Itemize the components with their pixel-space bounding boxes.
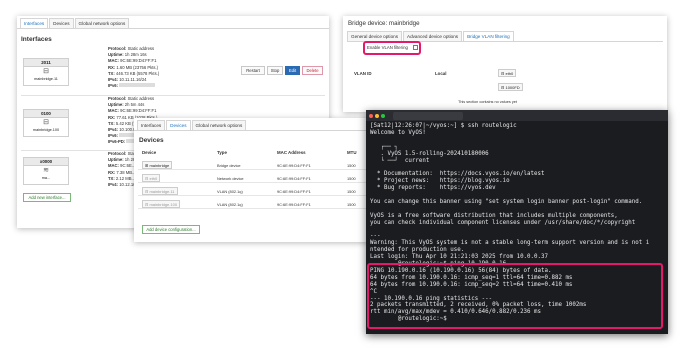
device-type: VLAN (802.1q) bbox=[217, 189, 243, 194]
enable-vlan-label: Enable VLAN filtering bbox=[367, 45, 408, 50]
col-mac-address: MAC Address bbox=[277, 150, 306, 155]
delete-button[interactable]: Delete bbox=[302, 66, 323, 75]
devices-heading: Devices bbox=[139, 137, 164, 144]
device-mtu: 1500 bbox=[347, 176, 356, 181]
device-mac: 9C:6E:99:D4:FF:F1 bbox=[277, 163, 311, 168]
device-type: Bridge device bbox=[217, 163, 241, 168]
col-mtu: MTU bbox=[347, 150, 357, 155]
interface-card-x0000: x0000 ≋ ma... bbox=[23, 157, 69, 185]
device-mac: 9C:6E:99:D4:FF:F1 bbox=[277, 189, 311, 194]
add-interface-button[interactable]: Add new interface... bbox=[23, 193, 71, 202]
port-eth0[interactable]: ⊟ eth0 bbox=[498, 69, 517, 77]
terminal-line: You can change this banner using "set sy… bbox=[370, 198, 643, 205]
interface-card-0100: 0100 ⊟ mainbridge.100 bbox=[23, 109, 69, 137]
terminal-line: └ ──┘ current bbox=[370, 157, 430, 164]
device-mtu: 1500 bbox=[347, 163, 356, 168]
tab-advanced-device-options[interactable]: Advanced device options bbox=[403, 31, 463, 41]
tab-devices[interactable]: Devices bbox=[166, 120, 191, 130]
terminal-line: Warning: This VyOS system is not a stabl… bbox=[370, 240, 650, 247]
interface-device-label: mainbridge.100 bbox=[32, 128, 60, 132]
terminal-line: * Documentation: https://docs.vyos.io/en… bbox=[370, 171, 545, 178]
col-type: Type bbox=[217, 150, 227, 155]
terminal-line: * Project news: https://blog.vyos.io bbox=[370, 178, 510, 185]
devices-window: Interfaces Devices Global network option… bbox=[134, 118, 370, 242]
restart-button[interactable]: Restart bbox=[241, 66, 265, 75]
tab-general-device-options[interactable]: General device options bbox=[347, 31, 402, 41]
device-mtu: 1500 bbox=[347, 202, 356, 207]
terminal-line: Last login: Thu Apr 10 21:21:03 2025 fro… bbox=[370, 254, 548, 261]
device-pill[interactable]: ⊞ mainbridge bbox=[142, 161, 173, 169]
terminal-line: . VyOS 1.5-rolling-202410180006 bbox=[370, 150, 489, 157]
col-device: Device bbox=[142, 150, 157, 155]
add-device-configuration-button[interactable]: Add device configuration... bbox=[142, 225, 200, 234]
stop-button[interactable]: Stop bbox=[267, 66, 283, 75]
edit-button[interactable]: Edit bbox=[285, 66, 300, 75]
devices-tabbar: Interfaces Devices Global network option… bbox=[134, 118, 370, 131]
interfaces-heading: Interfaces bbox=[21, 36, 52, 43]
ping-output-highlight bbox=[367, 263, 663, 329]
terminal-window[interactable]: [Sat12|12:26:07|~/vyos:~] $ ssh routelog… bbox=[366, 110, 668, 334]
terminal-line: * Bug reports: https://vyos.dev bbox=[370, 185, 496, 192]
tab-bridge-vlan-filtering[interactable]: Bridge VLAN filtering bbox=[463, 31, 514, 41]
terminal-line: --- bbox=[370, 233, 381, 240]
interface-name: x0000 bbox=[24, 158, 68, 166]
device-type: VLAN (802.1q) bbox=[217, 202, 243, 207]
network-port-icon: ⊟ bbox=[43, 68, 49, 75]
terminal-tab[interactable] bbox=[393, 111, 463, 120]
bridge-title: Bridge device: mainbridge bbox=[348, 20, 420, 27]
terminal-line: ┌── ┐ bbox=[370, 143, 398, 150]
terminal-titlebar bbox=[366, 110, 668, 121]
device-pill[interactable]: ⊟ mainbridge.100 bbox=[142, 200, 181, 208]
empty-section-text: This section contains no values yet bbox=[458, 100, 517, 104]
device-type: Network device bbox=[217, 176, 244, 181]
device-pill[interactable]: ⊟ mainbridge.11 bbox=[142, 187, 178, 195]
interface-status-2011: Protocol: Static address Uptime: 1h 28m … bbox=[108, 46, 160, 89]
interface-device-label: mainbridge.11 bbox=[34, 77, 58, 81]
interfaces-tabbar: Interfaces Devices Global network option… bbox=[17, 16, 329, 29]
device-mac: 9C:6E:99:D4:FF:F1 bbox=[277, 176, 311, 181]
tab-global-network-options[interactable]: Global network options bbox=[191, 120, 247, 130]
device-mac: 9C:6E:99:D4:FF:F1 bbox=[277, 202, 311, 207]
network-port-icon: ⊟ bbox=[43, 119, 49, 126]
device-mtu: 1500 bbox=[347, 189, 356, 194]
device-pill[interactable]: ⊟ eth0 bbox=[142, 174, 161, 182]
interface-device-label: ma... bbox=[41, 176, 51, 180]
col-vlan-id: VLAN ID bbox=[354, 71, 372, 76]
divider bbox=[21, 95, 325, 96]
interface-name: 0100 bbox=[24, 110, 68, 118]
tab-devices[interactable]: Devices bbox=[49, 18, 74, 28]
interface-name: 2011 bbox=[24, 59, 68, 67]
enable-vlan-checkbox[interactable] bbox=[413, 45, 418, 50]
terminal-line: [Sat12|12:26:07|~/vyos:~] $ ssh routelog… bbox=[370, 123, 517, 129]
maximize-icon[interactable] bbox=[381, 113, 385, 118]
tab-interfaces[interactable]: Interfaces bbox=[137, 120, 166, 130]
minimize-icon[interactable] bbox=[375, 113, 379, 118]
col-local: Local bbox=[435, 71, 447, 76]
bridge-device-window: Bridge device: mainbridge General device… bbox=[343, 16, 667, 112]
port-1000fd[interactable]: ⊟ 1000FD bbox=[498, 83, 523, 91]
table-row bbox=[138, 171, 368, 183]
close-icon[interactable] bbox=[369, 113, 373, 118]
wifi-icon: ≋ bbox=[43, 167, 49, 174]
terminal-line: you can check individual component licen… bbox=[370, 219, 636, 226]
tab-global-network-options[interactable]: Global network options bbox=[74, 18, 130, 28]
terminal-line: VyOS is a free software distribution tha… bbox=[370, 212, 618, 219]
terminal-line: ntended for production use. bbox=[370, 247, 465, 254]
terminal-line: Welcome to VyOS! bbox=[370, 129, 426, 136]
interface-card-2011: 2011 ⊟ mainbridge.11 bbox=[23, 58, 69, 86]
tab-interfaces[interactable]: Interfaces bbox=[20, 18, 49, 28]
table-row bbox=[138, 158, 368, 170]
